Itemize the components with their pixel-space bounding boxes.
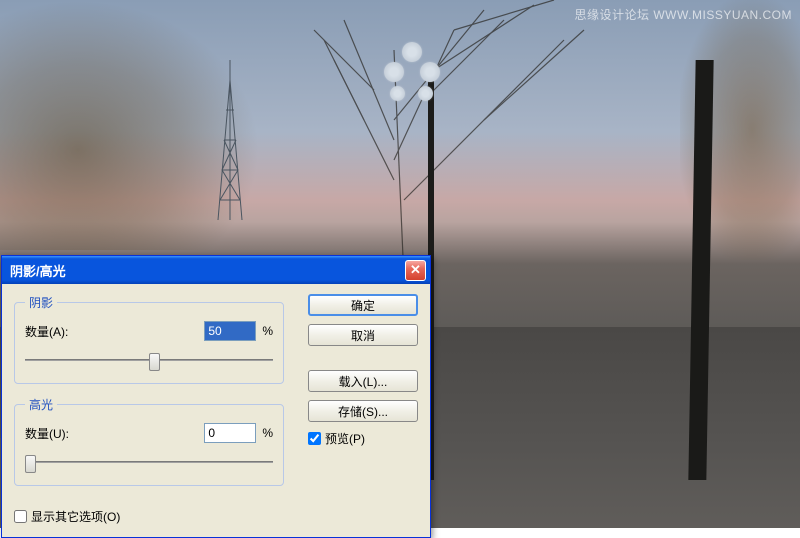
cancel-button[interactable]: 取消	[308, 324, 418, 346]
bare-tree-branches	[304, 0, 604, 280]
dialog-titlebar[interactable]: 阴影/高光 ✕	[2, 256, 430, 284]
dialog-title: 阴影/高光	[10, 261, 405, 280]
highlight-slider[interactable]	[25, 453, 273, 471]
highlight-slider-thumb[interactable]	[25, 455, 36, 473]
shadow-slider[interactable]	[25, 351, 273, 369]
ok-button[interactable]: 确定	[308, 294, 418, 316]
shadow-legend: 阴影	[25, 294, 57, 311]
save-button[interactable]: 存储(S)...	[308, 400, 418, 422]
highlight-legend: 高光	[25, 396, 57, 413]
sky-area	[0, 0, 800, 253]
show-more-checkbox[interactable]	[14, 510, 27, 523]
show-more-label[interactable]: 显示其它选项(O)	[31, 508, 120, 525]
highlight-group: 高光 数量(U): %	[14, 396, 284, 486]
shadow-slider-thumb[interactable]	[149, 353, 160, 371]
shadow-amount-input[interactable]	[204, 321, 256, 341]
shadow-group: 阴影 数量(A): %	[14, 294, 284, 384]
highlight-unit: %	[262, 426, 273, 440]
preview-checkbox[interactable]	[308, 432, 321, 445]
highlight-amount-label: 数量(U):	[25, 425, 69, 442]
watermark-text: 思缘设计论坛 WWW.MISSYUAN.COM	[575, 6, 793, 23]
close-button[interactable]: ✕	[405, 260, 426, 281]
load-button[interactable]: 载入(L)...	[308, 370, 418, 392]
close-icon: ✕	[410, 262, 421, 278]
shadow-amount-label: 数量(A):	[25, 323, 68, 340]
shadow-unit: %	[262, 324, 273, 338]
radio-tower	[210, 60, 250, 223]
highlight-amount-input[interactable]	[204, 423, 256, 443]
preview-label[interactable]: 预览(P)	[325, 430, 365, 447]
shadow-highlight-dialog: 阴影/高光 ✕ 阴影 数量(A): % 高光	[1, 255, 431, 538]
